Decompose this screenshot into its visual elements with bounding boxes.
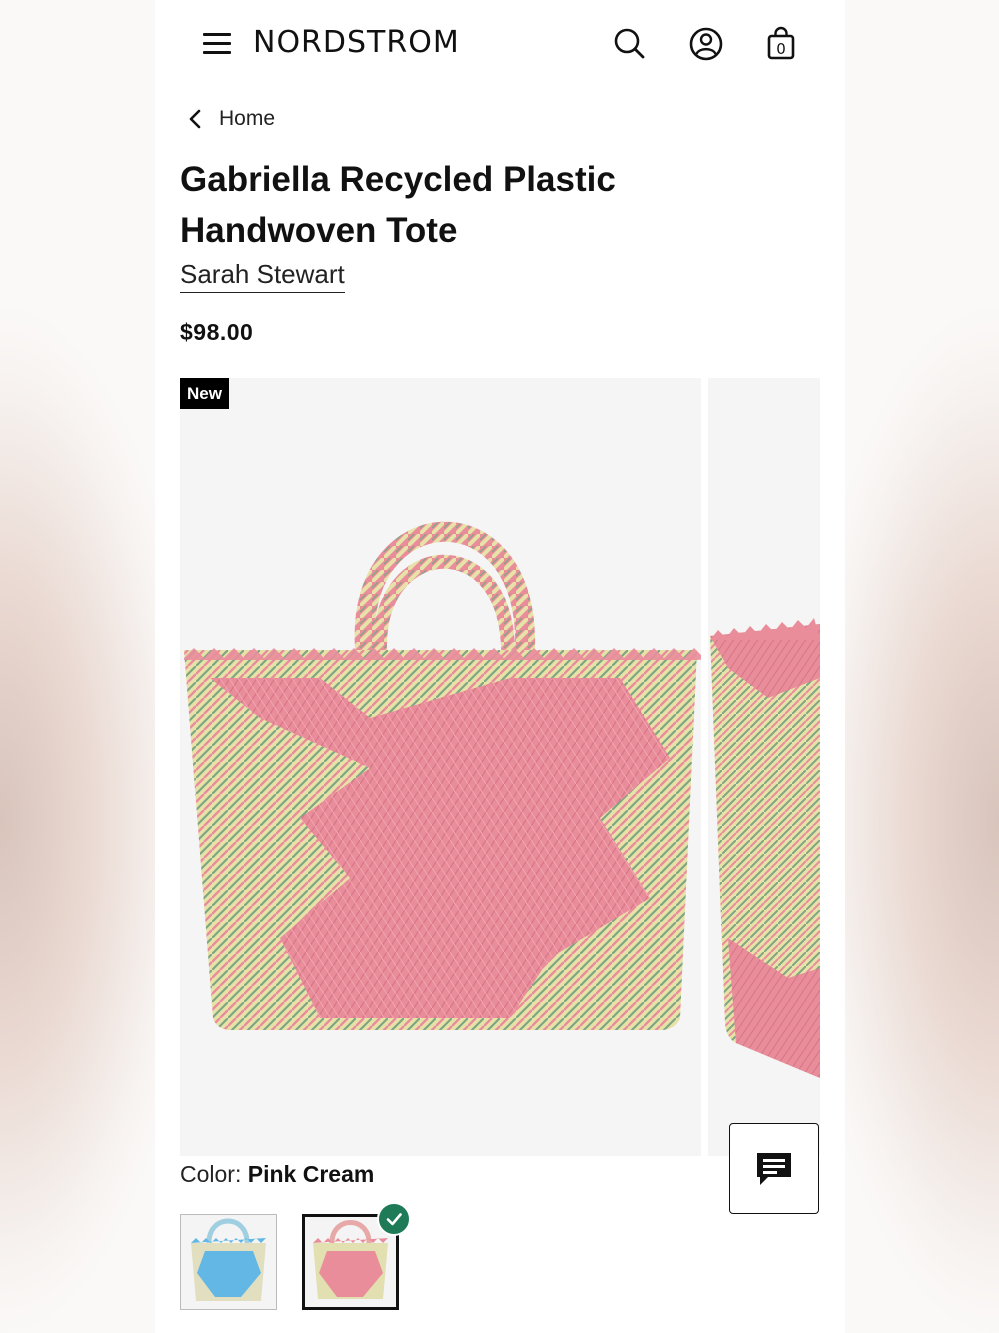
site-header: NORDSTROM 0 xyxy=(155,0,845,88)
product-image-next[interactable] xyxy=(708,378,820,1156)
account-icon[interactable] xyxy=(686,24,726,64)
selected-check-icon xyxy=(377,1202,411,1236)
product-price: $98.00 xyxy=(180,319,254,345)
product-brand-link[interactable]: Sarah Stewart xyxy=(180,259,345,293)
swatch-blue[interactable] xyxy=(180,1214,277,1310)
cart-count: 0 xyxy=(776,40,786,58)
back-to-home-link[interactable]: Home xyxy=(185,104,275,134)
selected-color: Pink Cream xyxy=(247,1161,375,1187)
search-icon[interactable] xyxy=(610,24,650,64)
product-title: Gabriella Recycled Plastic Handwoven Tot… xyxy=(180,160,616,250)
product-page: NORDSTROM 0 Home Gabriella Recycled Plas… xyxy=(155,0,845,1333)
color-selection: Color: Pink Cream xyxy=(180,1161,374,1188)
chat-icon xyxy=(757,1152,791,1185)
background-right xyxy=(844,0,999,1333)
chevron-left-icon xyxy=(189,109,201,129)
chat-button[interactable] xyxy=(729,1123,819,1214)
brand-logo[interactable]: NORDSTROM xyxy=(253,25,460,60)
shopping-bag-icon[interactable]: 0 xyxy=(761,24,801,64)
menu-icon[interactable] xyxy=(203,29,231,57)
new-badge: New xyxy=(180,378,229,409)
back-link-label: Home xyxy=(219,107,276,130)
color-label: Color: xyxy=(180,1161,242,1187)
product-image-main[interactable] xyxy=(180,378,701,1156)
